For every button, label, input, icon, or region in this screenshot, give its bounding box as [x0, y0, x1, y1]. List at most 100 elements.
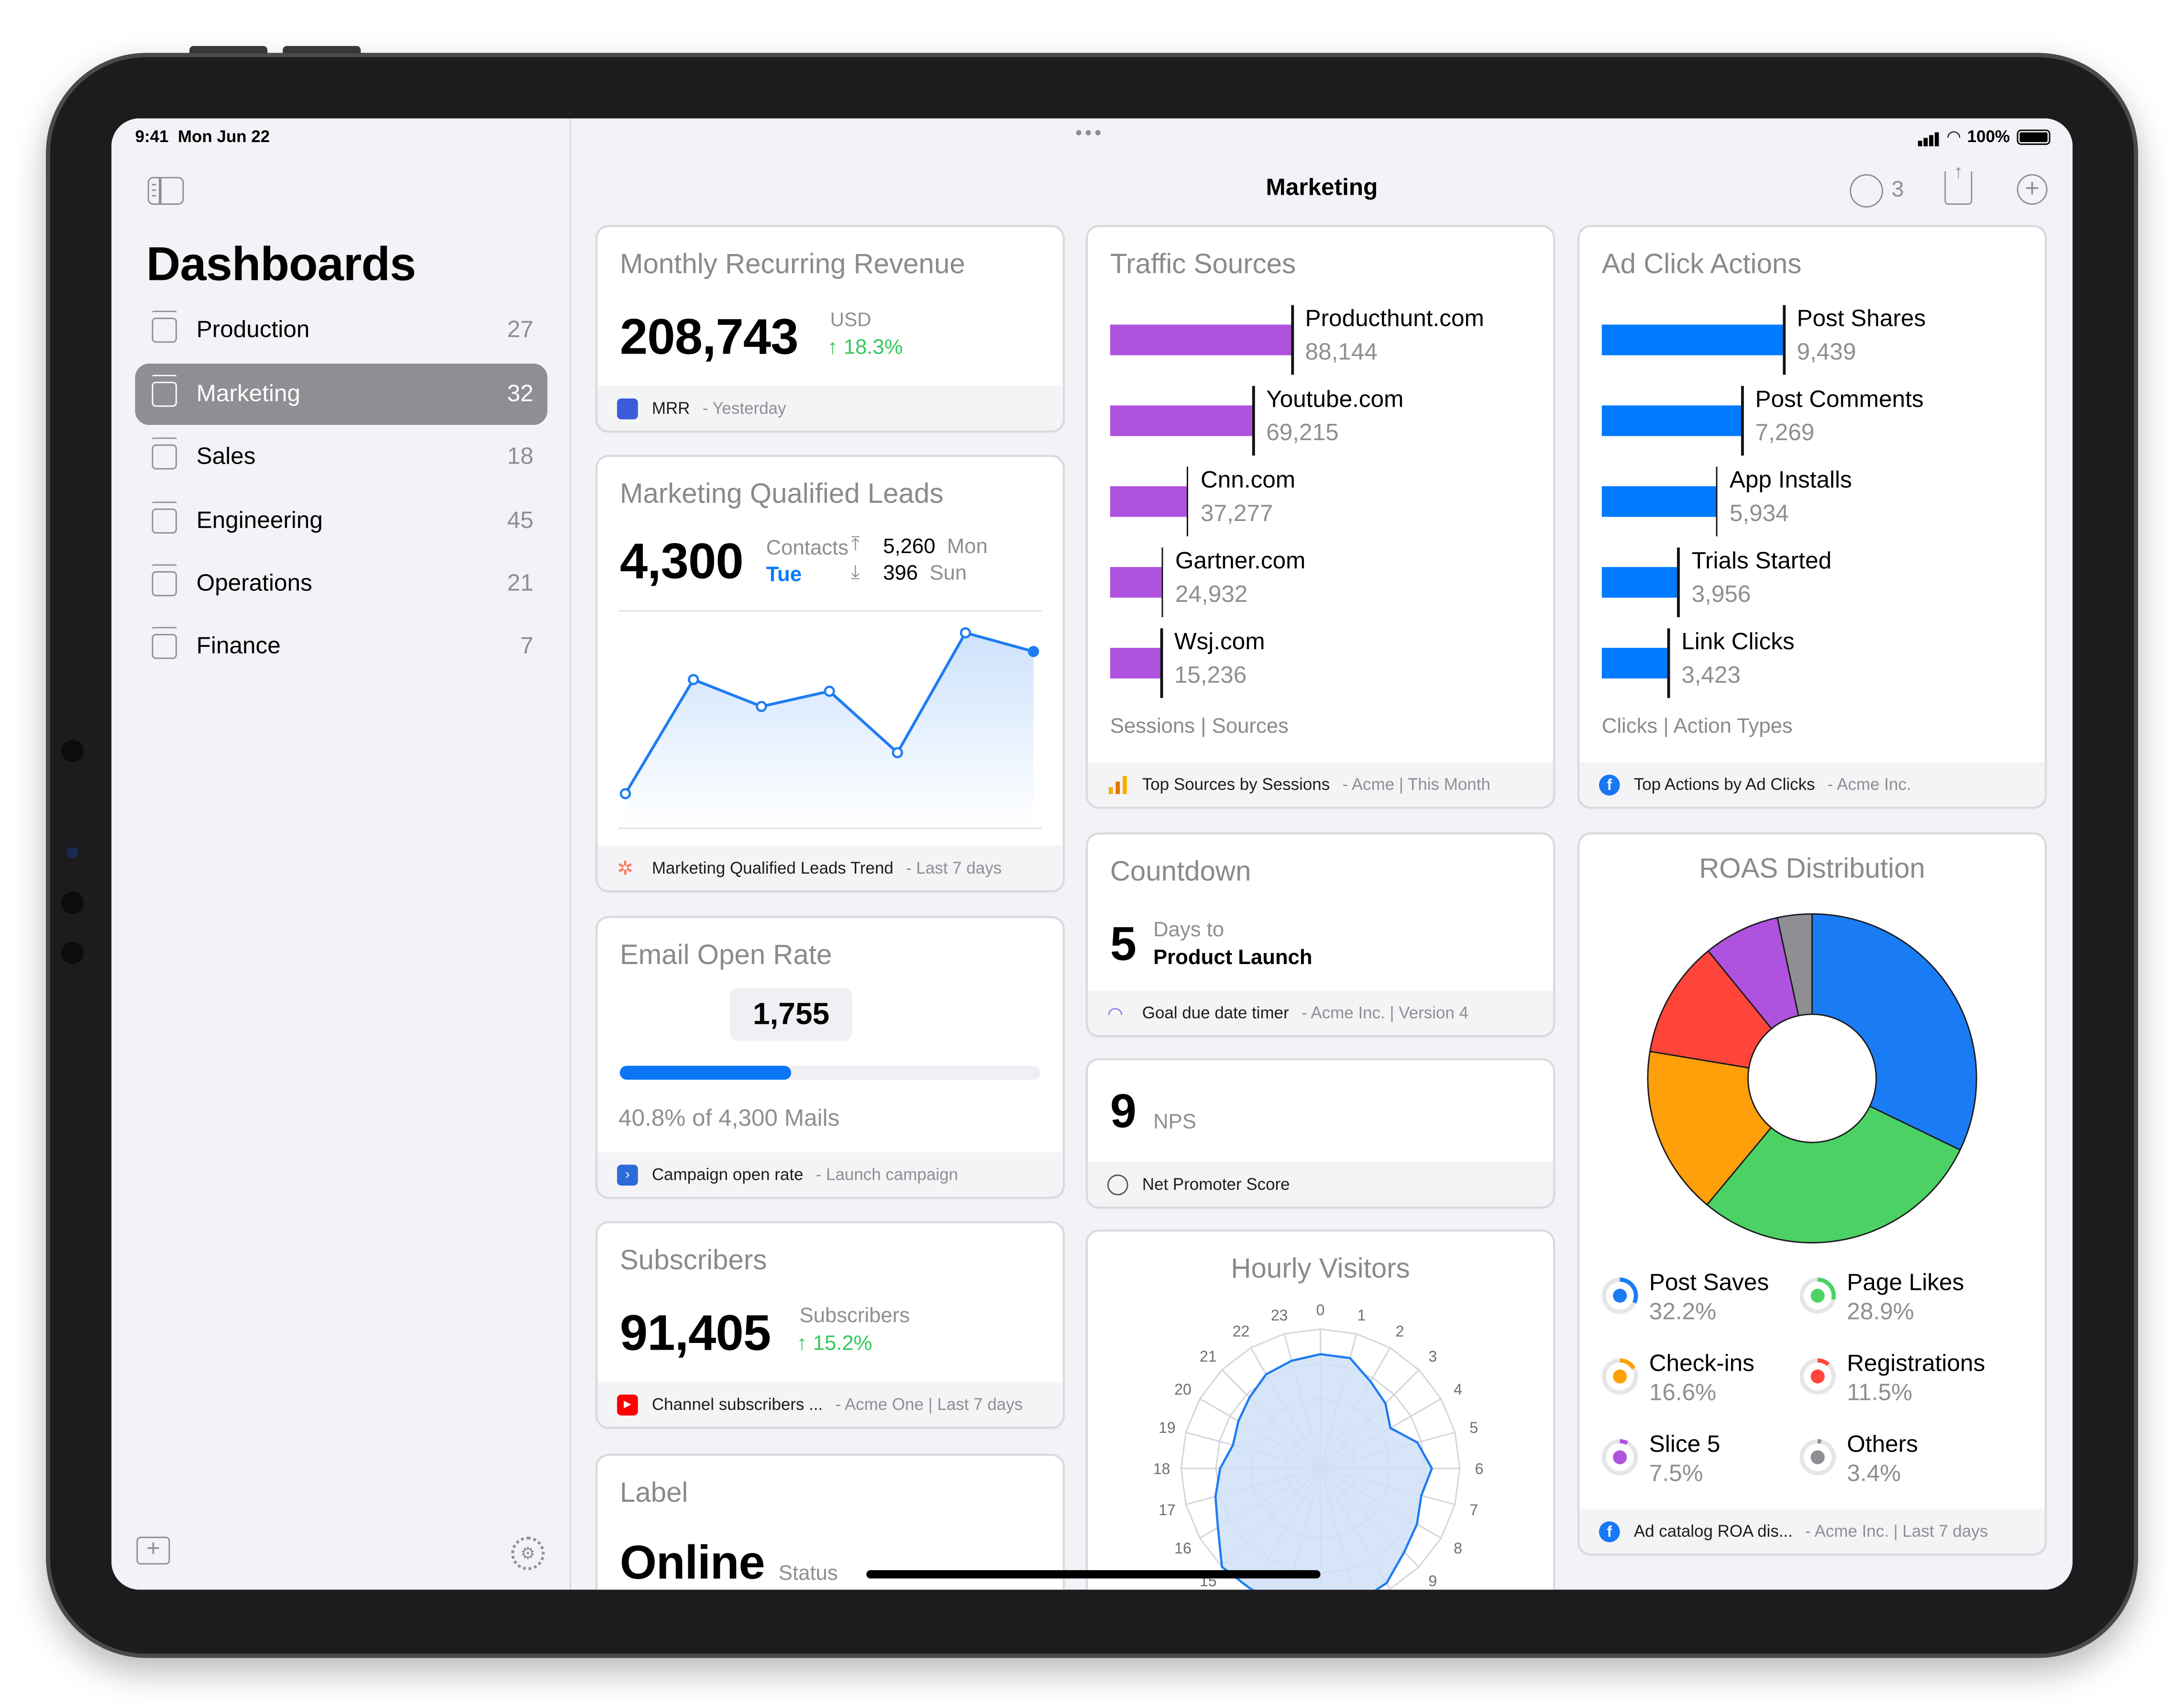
bar-mark	[1110, 648, 1160, 679]
radar-hour-label: 6	[1475, 1460, 1484, 1477]
mql-low: 396	[883, 561, 918, 586]
add-widget-icon[interactable]: +	[2017, 174, 2048, 205]
trend-area	[625, 632, 1034, 828]
battery-percent: 100%	[1967, 126, 2010, 146]
legend-value: 32.2%	[1649, 1298, 1717, 1325]
mrr-card[interactable]: Monthly Recurring Revenue 208,743 USD ↑ …	[597, 227, 1063, 431]
bezel-dot	[61, 942, 84, 965]
sidebar-item-engineering[interactable]: Engineering 45	[135, 490, 547, 552]
page-title: Marketing	[1266, 174, 1378, 201]
legend-ring-icon	[1799, 1277, 1836, 1314]
multitask-dots-icon[interactable]: •••	[1075, 121, 1104, 144]
sidebar-item-finance[interactable]: Finance 7	[135, 616, 547, 677]
mql-high-day: Mon	[947, 535, 988, 559]
bar-tick	[1160, 628, 1163, 698]
radar-hour-label: 19	[1158, 1419, 1176, 1436]
legend-item: Slice 5 7.5%	[1601, 1431, 1797, 1492]
mql-card[interactable]: Marketing Qualified Leads 4,300 Contacts…	[597, 457, 1063, 890]
sidebar-toggle-icon[interactable]	[147, 177, 184, 205]
sidebar-item-count: 18	[507, 443, 534, 470]
bar-mark	[1110, 405, 1253, 436]
card-footer: f Ad catalog ROA dis... - Acme Inc. | La…	[1579, 1508, 2045, 1553]
hourly-visitors-card[interactable]: Hourly Visitors 012345678910111213141516…	[1088, 1231, 1553, 1590]
subscribers-card[interactable]: Subscribers 91,405 Subscribers ↑ 15.2% ▶…	[597, 1223, 1063, 1427]
home-indicator[interactable]	[866, 1570, 1321, 1579]
bar-mark	[1110, 324, 1291, 355]
legend-item: Page Likes 28.9%	[1799, 1269, 1995, 1331]
subscribers-value: 91,405	[619, 1304, 771, 1362]
mql-high: 5,260	[883, 535, 936, 559]
legend-label: Check-ins	[1649, 1350, 1754, 1377]
sidebar-item-sales[interactable]: Sales 18	[135, 426, 547, 488]
radar-hour-label: 17	[1158, 1501, 1176, 1519]
sidebar-item-production[interactable]: Production 27	[135, 299, 547, 361]
bar-tick	[1186, 466, 1189, 537]
stack-icon	[152, 437, 177, 470]
nps-unit: NPS	[1153, 1110, 1196, 1134]
sidebar-item-marketing[interactable]: Marketing 32	[135, 364, 548, 425]
legend-ring-icon	[1799, 1439, 1836, 1475]
ad-click-actions-card[interactable]: Ad Click Actions Post Shares 9,439 Post Co…	[1579, 227, 2045, 807]
countdown-card[interactable]: Countdown 5 Days to Product Launch ◠ Goa…	[1088, 834, 1553, 1035]
sidebar-title: Dashboards	[146, 238, 416, 291]
card-footer: › Campaign open rate - Launch campaign	[597, 1152, 1063, 1197]
bar-value: 9,439	[1797, 338, 1856, 365]
mql-unit: Contacts	[766, 536, 849, 560]
footer-meta: - Acme Inc. | Version 4	[1301, 1003, 1468, 1023]
bar-label: Producthunt.com	[1305, 305, 1484, 332]
legend-label: Others	[1847, 1431, 1918, 1457]
battery-icon	[2017, 129, 2051, 144]
email-open-rate-card[interactable]: Email Open Rate 1,755 40.8% of 4,300 Mai…	[597, 918, 1063, 1197]
label-card[interactable]: Label Online Status	[597, 1456, 1063, 1590]
legend-label: Page Likes	[1847, 1269, 1964, 1296]
mql-value: 4,300	[619, 532, 744, 589]
bar-value: 3,956	[1691, 581, 1751, 608]
footer-meta: - Acme Inc.	[1827, 775, 1911, 794]
card-title: Traffic Sources	[1110, 249, 1296, 280]
sidebar-item-label: Operations	[196, 570, 312, 597]
countdown-sub1: Days to	[1153, 918, 1224, 942]
bezel-dot	[61, 740, 84, 762]
bar-tick	[1252, 386, 1255, 456]
add-dashboard-icon[interactable]: +	[136, 1537, 170, 1565]
bar-label: Wsj.com	[1174, 628, 1265, 655]
collaborators-button[interactable]: 3	[1850, 174, 1904, 208]
card-footer: ▶ Channel subscribers ... - Acme One | L…	[597, 1382, 1063, 1427]
nps-icon	[1107, 1174, 1128, 1195]
gear-icon[interactable]: ⚙	[511, 1536, 545, 1570]
divider	[618, 610, 1042, 612]
footer-label: MRR	[651, 398, 690, 418]
footer-label: Ad catalog ROA dis...	[1633, 1521, 1793, 1541]
axis-caption: Sessions | Sources	[1110, 714, 1289, 739]
mql-low-day: Sun	[929, 561, 967, 586]
share-icon[interactable]: ↑	[1944, 162, 1973, 205]
nps-card[interactable]: 9 NPS Net Promoter Score	[1088, 1060, 1553, 1207]
radar-hour-label: 22	[1233, 1322, 1250, 1340]
traffic-sources-card[interactable]: Traffic Sources Producthunt.com 88,144 You…	[1088, 227, 1553, 807]
youtube-icon: ▶	[617, 1394, 638, 1415]
mql-trend-chart	[619, 627, 1039, 828]
countdown-value: 5	[1110, 918, 1136, 971]
sidebar-item-count: 45	[507, 507, 534, 534]
wifi-icon: ◠	[1947, 126, 1961, 146]
roas-distribution-card[interactable]: ROAS Distribution Post Saves 32.2% Page Li…	[1579, 834, 2045, 1553]
trend-point	[960, 627, 971, 639]
email-caption: 40.8% of 4,300 Mails	[618, 1105, 840, 1131]
clickup-icon: ◠	[1107, 1002, 1124, 1023]
footer-meta: - Launch campaign	[816, 1165, 958, 1185]
bar-label: App Installs	[1729, 466, 1852, 493]
card-title: Label	[619, 1478, 688, 1509]
sidebar-item-label: Engineering	[196, 507, 323, 534]
bar-tick	[1667, 628, 1670, 698]
bar-label: Post Comments	[1755, 386, 1924, 412]
bar-mark	[1110, 486, 1187, 517]
bar-value: 15,236	[1174, 662, 1247, 688]
legend-value: 16.6%	[1649, 1379, 1717, 1406]
card-title: Monthly Recurring Revenue	[619, 249, 965, 280]
facebook-icon: f	[1599, 1520, 1620, 1542]
bar-tick	[1715, 466, 1718, 537]
sidebar-item-operations[interactable]: Operations 21	[135, 553, 547, 614]
bar-label: Gartner.com	[1175, 547, 1306, 574]
radar-hour-label: 20	[1174, 1381, 1191, 1398]
trend-point	[688, 674, 699, 686]
